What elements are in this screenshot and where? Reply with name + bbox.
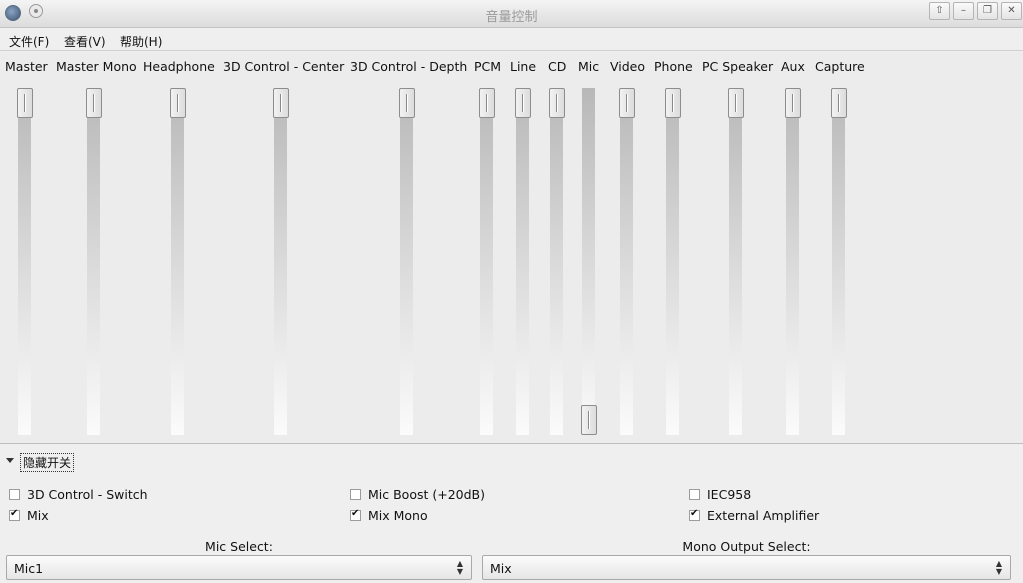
checkbox-label-mic-boost-20db[interactable]: Mic Boost (+20dB) [368,487,485,502]
channel-label-3d-control-center: 3D Control - Center [223,59,345,74]
volume-slider-mic[interactable] [582,88,595,435]
channel-label-master-mono: Master Mono [56,59,137,74]
channel-label-line: Line [510,59,537,74]
channel-label-phone: Phone [654,59,693,74]
slider-handle-master[interactable] [17,88,33,118]
slider-handle-phone[interactable] [665,88,681,118]
checkbox-label-iec958[interactable]: IEC958 [707,487,751,502]
slider-handle-master-mono[interactable] [86,88,102,118]
slider-handle-capture[interactable] [831,88,847,118]
channel-label-master: Master [5,59,48,74]
mic-select[interactable]: Mic1 ▲ ▼ [6,555,472,580]
menu-bar: 文件(F) 查看(V) 帮助(H) [0,29,1023,51]
title-bar: 音量控制 ⇧ – ❐ ✕ [0,0,1023,28]
checkbox-3d-control-switch[interactable] [9,489,20,500]
channel-label-3d-control-depth: 3D Control - Depth [350,59,468,74]
volume-slider-aux[interactable] [786,88,799,435]
checkbox-mix[interactable] [9,508,20,521]
slider-handle-line[interactable] [515,88,531,118]
mono-output-select-value: Mix [490,561,512,576]
checkbox-external-amplifier[interactable] [689,508,700,521]
channel-label-cd: CD [548,59,567,74]
menu-file[interactable]: 文件(F) [9,33,49,50]
expander-arrow-icon [6,458,14,463]
slider-handle-video[interactable] [619,88,635,118]
mono-output-select-label: Mono Output Select: [682,539,811,554]
slider-handle-headphone[interactable] [170,88,186,118]
mixer-panel: Master Master Mono Headphone 3D Control - C… [0,52,1023,444]
volume-slider-master-mono[interactable] [87,88,100,435]
mic-select-label: Mic Select: [205,539,273,554]
minimize-button[interactable]: – [953,2,974,20]
window-title: 音量控制 [485,10,538,25]
volume-slider-master[interactable] [18,88,31,435]
channel-label-video: Video [610,59,646,74]
volume-slider-line[interactable] [516,88,529,435]
menu-view[interactable]: 查看(V) [64,33,106,50]
volume-slider-pc-speaker[interactable] [729,88,742,435]
checkbox-label-mix[interactable]: Mix [27,508,49,523]
slider-handle-3d-control-center[interactable] [273,88,289,118]
checkbox-label-external-amplifier[interactable]: External Amplifier [707,508,819,523]
channel-label-mic: Mic [578,59,600,74]
menu-help[interactable]: 帮助(H) [120,33,162,50]
volume-slider-pcm[interactable] [480,88,493,435]
slider-handle-aux[interactable] [785,88,801,118]
volume-slider-3d-control-center[interactable] [274,88,287,435]
slider-handle-pc-speaker[interactable] [728,88,744,118]
slider-handle-3d-control-depth[interactable] [399,88,415,118]
volume-slider-video[interactable] [620,88,633,435]
shade-button[interactable]: ⇧ [929,2,950,20]
checkbox-label-3d-control-switch[interactable]: 3D Control - Switch [27,487,148,502]
channel-label-pc-speaker: PC Speaker [702,59,774,74]
checkbox-iec958[interactable] [689,489,700,500]
volume-slider-headphone[interactable] [171,88,184,435]
channel-label-pcm: PCM [474,59,502,74]
checkbox-label-mix-mono[interactable]: Mix Mono [368,508,428,523]
slider-handle-pcm[interactable] [479,88,495,118]
channel-label-headphone: Headphone [143,59,215,74]
slider-handle-cd[interactable] [549,88,565,118]
mono-output-select[interactable]: Mix ▲ ▼ [482,555,1011,580]
hide-switches-label: 隐藏开关 [20,453,75,472]
volume-slider-capture[interactable] [832,88,845,435]
mic-select-value: Mic1 [14,561,44,576]
maximize-button[interactable]: ❐ [977,2,998,20]
volume-slider-cd[interactable] [550,88,563,435]
select-arrows-icon: ▲ ▼ [456,559,463,576]
close-button[interactable]: ✕ [1001,2,1022,20]
checkbox-mix-mono[interactable] [350,508,361,521]
checkbox-mic-boost-20db[interactable] [350,489,361,500]
channel-label-capture: Capture [815,59,865,74]
select-arrows-icon: ▲ ▼ [995,559,1002,576]
volume-slider-3d-control-depth[interactable] [400,88,413,435]
slider-handle-mic[interactable] [581,405,597,435]
channel-label-aux: Aux [781,59,805,74]
volume-slider-phone[interactable] [666,88,679,435]
